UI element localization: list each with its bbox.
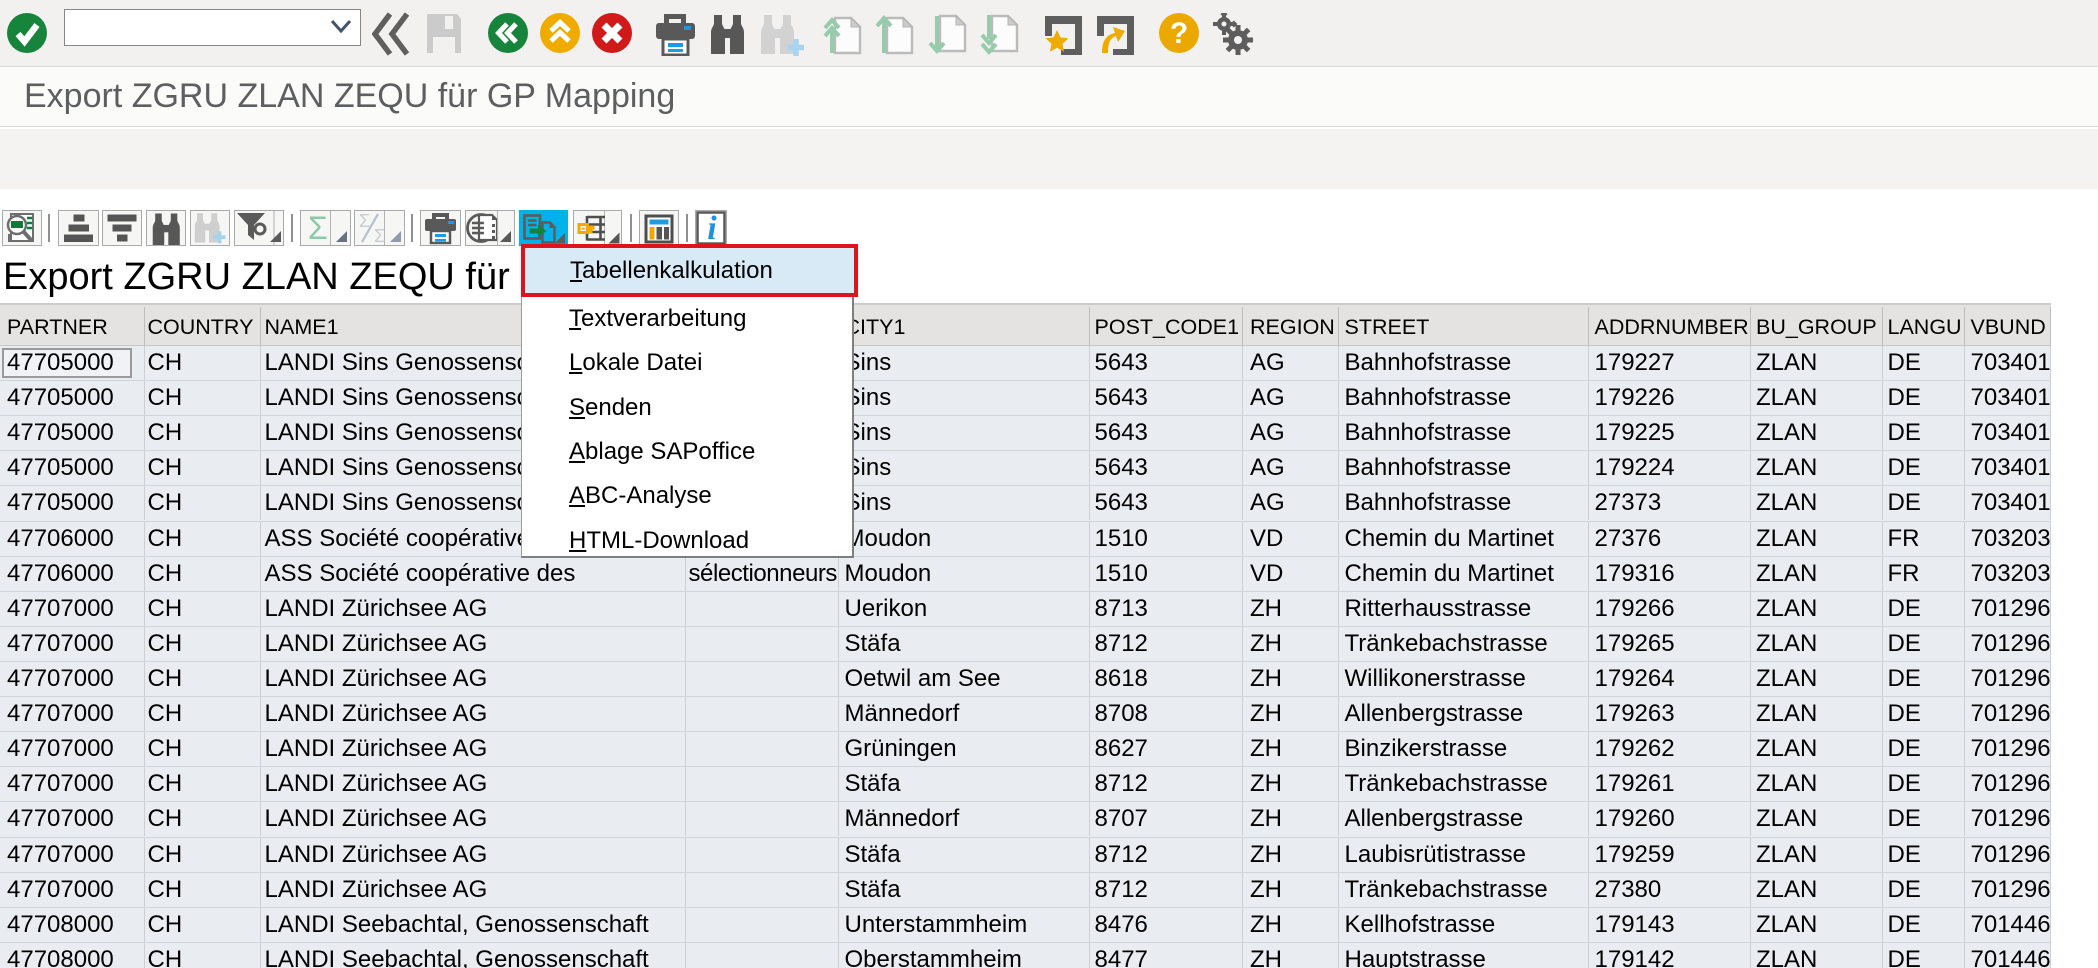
svg-text:Σ: Σ bbox=[359, 211, 370, 231]
svg-text:Σ: Σ bbox=[308, 211, 328, 245]
svg-text:i: i bbox=[707, 211, 717, 245]
svg-text:Σ: Σ bbox=[374, 226, 385, 245]
svg-text:?: ? bbox=[1170, 17, 1188, 50]
